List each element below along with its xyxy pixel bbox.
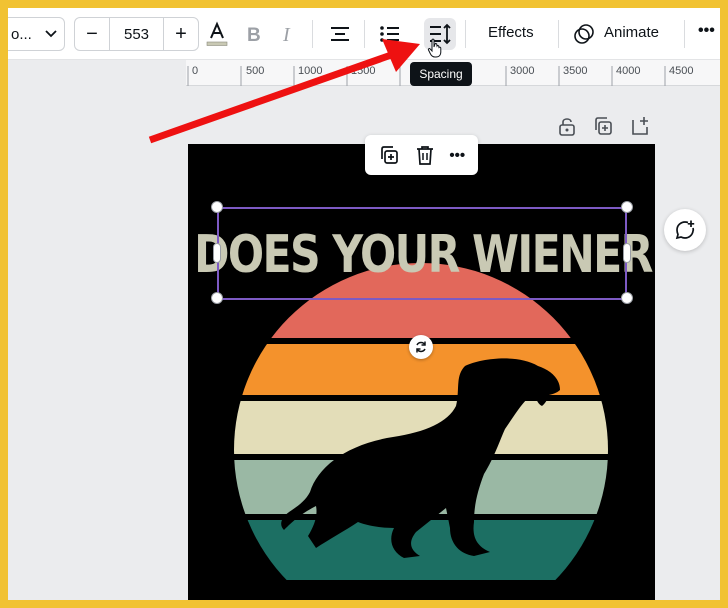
add-comment-button[interactable] [664,209,706,251]
ruler-label: 0 [192,65,199,77]
rotate-icon [416,341,426,353]
resize-handle-top-right[interactable] [621,201,633,213]
bold-icon: B [247,25,261,44]
rotate-handle[interactable] [409,335,433,359]
hand-cursor-icon [427,38,442,58]
resize-handle-top-left[interactable] [211,201,223,213]
font-family-value: o... [11,25,32,43]
animate-icon [574,24,594,44]
animate-button[interactable]: Animate [604,24,659,41]
svg-text:I: I [282,24,291,44]
text-toolbar: o... − 553 + B I Effects Animate ••• [8,8,720,60]
toolbar-divider [312,20,313,48]
spacing-tooltip: Spacing [410,62,472,86]
list-button[interactable] [374,18,406,50]
align-center-icon [331,27,349,41]
bold-button[interactable]: B [237,18,269,50]
duplicate-icon[interactable] [378,144,400,166]
toolbar-divider [684,20,685,48]
ruler-label: 1000 [298,65,323,77]
ruler-label: 3500 [563,65,588,77]
ruler-label: 500 [246,65,265,77]
trash-icon[interactable] [414,144,436,166]
text-color-icon [206,21,228,46]
text-selection-box [217,207,627,300]
ruler-label: 1500 [351,65,376,77]
resize-handle-right[interactable] [623,243,631,263]
ruler-label: 3000 [510,65,535,77]
element-context-toolbar: ••• [365,135,478,175]
resize-handle-bottom-right[interactable] [621,292,633,304]
duplicate-page-icon[interactable] [593,116,613,136]
text-align-button[interactable] [324,18,356,50]
editor-window: o... − 553 + B I Effects Animate ••• 0 5… [8,8,720,600]
effects-button[interactable]: Effects [488,24,534,41]
ruler-label: 4500 [669,65,694,77]
bullet-list-icon [380,26,399,42]
resize-handle-left[interactable] [213,243,221,263]
ruler-label: 4000 [616,65,641,77]
chevron-down-icon [45,30,57,38]
more-options-button[interactable]: ••• [698,22,715,40]
increase-font-size-button[interactable]: + [164,18,198,50]
font-size-input[interactable]: 553 [109,18,164,50]
decrease-font-size-button[interactable]: − [75,18,109,50]
resize-handle-bottom-left[interactable] [211,292,223,304]
italic-icon: I [282,24,291,44]
more-options-button[interactable]: ••• [449,147,465,164]
text-color-button[interactable] [201,18,233,50]
font-size-stepper: − 553 + [74,17,199,51]
italic-button[interactable]: I [272,18,304,50]
font-family-dropdown[interactable]: o... [8,17,65,51]
toolbar-divider [558,20,559,48]
add-page-icon[interactable] [630,116,650,136]
toolbar-divider [364,20,365,48]
lock-icon[interactable] [557,116,577,136]
comment-plus-icon [675,220,695,240]
svg-text:B: B [247,25,261,44]
toolbar-divider [465,20,466,48]
